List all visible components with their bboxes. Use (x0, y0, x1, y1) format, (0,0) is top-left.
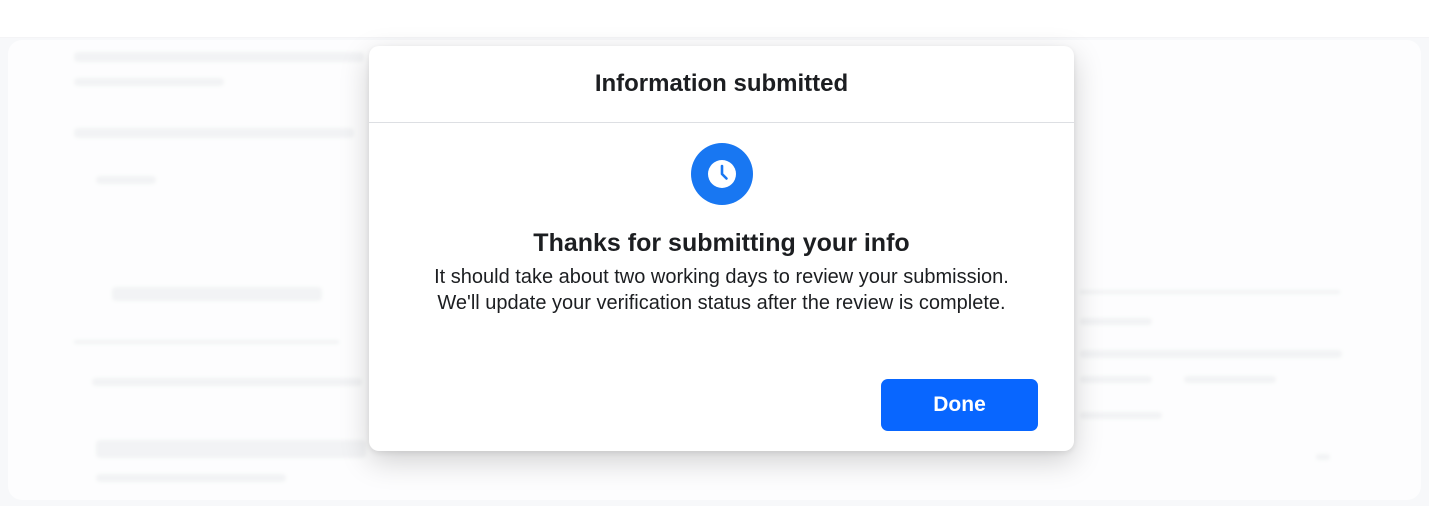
information-submitted-dialog: Information submitted Thanks for submitt… (369, 46, 1074, 451)
dialog-header: Information submitted (369, 46, 1074, 123)
clock-icon (690, 143, 753, 205)
dialog-footer: Done (369, 379, 1074, 431)
dialog-message-line-2: We'll update your verification status af… (437, 292, 1006, 314)
dialog-message: It should take about two working days to… (434, 264, 1009, 316)
done-button[interactable]: Done (881, 379, 1038, 431)
clock-glyph (707, 160, 736, 188)
dialog-title: Information submitted (594, 70, 849, 97)
dialog-message-line-1: It should take about two working days to… (434, 266, 1009, 288)
dialog-body: Thanks for submitting your info It shoul… (369, 123, 1074, 316)
background-page: Information submitted Thanks for submitt… (0, 0, 1429, 506)
dialog-heading: Thanks for submitting your info (533, 229, 910, 257)
